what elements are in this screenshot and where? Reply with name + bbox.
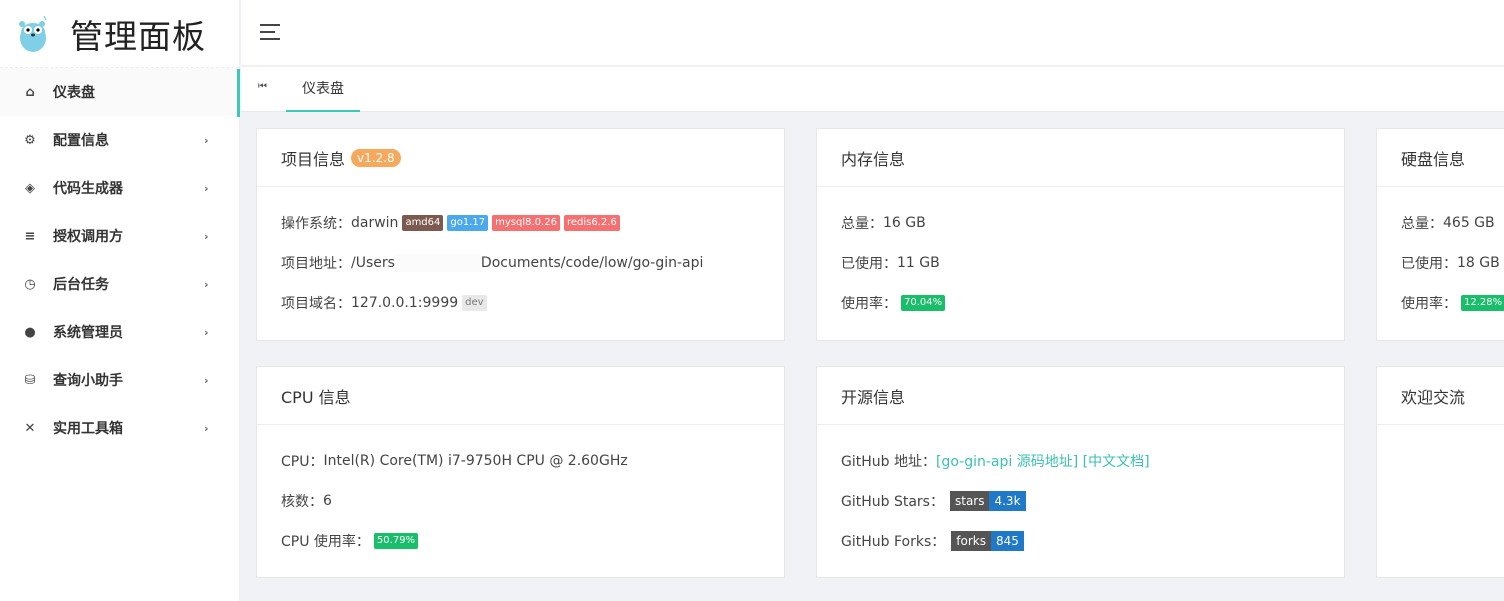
app-title: 管理面板	[70, 16, 206, 56]
gopher-logo-icon	[19, 15, 47, 52]
version-badge: v1.2.8	[351, 148, 401, 167]
label: 总量：	[1401, 216, 1443, 232]
label: CPU 使用率：	[281, 534, 370, 550]
card-title: CPU 信息	[281, 387, 351, 407]
sidebar: 管理面板 ⌂ 仪表盘 ⚙ 配置信息 › ◈ 代码生成器 › ≡ 授权调用方 › ◷ 后台任务 › ● 系统管理…	[0, 0, 240, 601]
label: 总量：	[841, 216, 883, 232]
home-icon: ⌂	[25, 84, 35, 100]
cpu-cores: 6	[323, 493, 332, 509]
label: 项目地址：	[281, 256, 351, 272]
stars-badge[interactable]: stars 4.3k	[949, 491, 1026, 511]
sidebar-item-label: 代码生成器	[53, 181, 123, 197]
tab-dashboard[interactable]: 仪表盘	[286, 67, 360, 112]
sidebar-item-label: 系统管理员	[53, 325, 123, 341]
stars-count: 4.3k	[989, 491, 1026, 511]
mysql-badge: mysql8.0.26	[492, 215, 560, 231]
arch-badge: amd64	[402, 215, 444, 231]
source-link[interactable]: [go-gin-api 源码地址]	[936, 451, 1078, 471]
card-title: 欢迎交流	[1401, 387, 1466, 407]
sidebar-item-7[interactable]: ✕ 实用工具箱 ›	[0, 404, 239, 452]
redacted-region	[394, 254, 481, 272]
forks-badge[interactable]: forks 845	[951, 531, 1024, 551]
settings-icon: ⚙	[24, 132, 36, 148]
path-end: Documents/code/low/go-gin-api	[480, 255, 704, 271]
label: GitHub Stars：	[841, 494, 944, 510]
path-start: /Users	[351, 255, 395, 271]
chevron-right-icon: ›	[204, 373, 209, 387]
sidebar-item-2[interactable]: ◈ 代码生成器 ›	[0, 164, 239, 212]
os-value: darwin	[351, 215, 399, 231]
label: 操作系统：	[281, 216, 351, 232]
tab-bar: ⏮ 仪表盘	[237, 67, 1504, 117]
docs-link[interactable]: [中文文档]	[1083, 451, 1150, 471]
chevron-right-icon: ›	[204, 277, 209, 291]
card-title: 项目信息	[281, 149, 346, 169]
sidebar-item-label: 实用工具箱	[53, 421, 123, 437]
disk-used: 18 GB	[1457, 255, 1500, 271]
label: 核数：	[281, 494, 323, 510]
sidebar-item-label: 仪表盘	[53, 85, 95, 101]
active-indicator	[237, 69, 240, 117]
sidebar-item-label: 后台任务	[53, 277, 109, 293]
timer-icon: ◷	[24, 276, 36, 292]
memory-rate-badge: 70.04%	[901, 295, 946, 311]
sidebar-item-label: 查询小助手	[53, 373, 123, 389]
sidebar-item-5[interactable]: ● 系统管理员 ›	[0, 308, 239, 356]
badge-key: stars	[949, 491, 990, 511]
label: 项目域名：	[281, 296, 351, 312]
go-badge: go1.17	[447, 215, 489, 231]
disk-info-card: 硬盘信息 总量： 465 GB 已使用： 18 GB 使用率： 12.28%	[1376, 128, 1504, 341]
user-icon: ●	[24, 324, 36, 340]
header	[241, 0, 1504, 66]
label: GitHub Forks：	[841, 534, 946, 550]
database-search-icon: ⛁	[24, 372, 36, 388]
card-title: 硬盘信息	[1401, 149, 1466, 169]
env-badge: dev	[462, 295, 487, 311]
label: 已使用：	[841, 256, 897, 272]
project-info-card: 项目信息 v1.2.8 操作系统： darwin amd64 go1.17 mysq…	[256, 128, 785, 341]
tools-icon: ✕	[24, 420, 36, 436]
sidebar-item-label: 配置信息	[53, 133, 109, 149]
forks-count: 845	[990, 531, 1024, 551]
disk-total: 465 GB	[1443, 215, 1495, 231]
chevron-right-icon: ›	[204, 325, 209, 339]
logo[interactable]: 管理面板	[0, 0, 239, 68]
redis-badge: redis6.2.6	[563, 215, 620, 231]
cpu-model: Intel(R) Core(TM) i7-9750H CPU @ 2.60GHz	[323, 453, 628, 469]
memory-info-card: 内存信息 总量： 16 GB 已使用： 11 GB 使用率： 70.04%	[816, 128, 1345, 341]
memory-used: 11 GB	[897, 255, 940, 271]
sidebar-item-label: 授权调用方	[53, 229, 123, 245]
sidebar-item-1[interactable]: ⚙ 配置信息 ›	[0, 116, 239, 164]
label: GitHub 地址：	[841, 454, 936, 470]
sidebar-item-0[interactable]: ⌂ 仪表盘	[0, 68, 239, 116]
checklist-icon: ≡	[24, 228, 36, 244]
welcome-card: 欢迎交流	[1376, 366, 1504, 578]
badge-key: forks	[951, 531, 991, 551]
label: 使用率：	[841, 296, 897, 312]
opensource-info-card: 开源信息 GitHub 地址： [go-gin-api 源码地址] [中文文档] …	[816, 366, 1345, 578]
card-title: 内存信息	[841, 149, 906, 169]
cpu-rate-badge: 50.79%	[373, 533, 419, 549]
label: 已使用：	[1401, 256, 1457, 272]
sidebar-item-4[interactable]: ◷ 后台任务 ›	[0, 260, 239, 308]
chevron-right-icon: ›	[204, 421, 209, 435]
sidebar-item-3[interactable]: ≡ 授权调用方 ›	[0, 212, 239, 260]
memory-total: 16 GB	[883, 215, 926, 231]
menu-toggle-icon[interactable]	[260, 24, 280, 40]
chevron-right-icon: ›	[204, 181, 209, 195]
label: CPU：	[281, 454, 324, 470]
tab-scroll-left-icon[interactable]: ⏮	[258, 81, 267, 92]
cpu-info-card: CPU 信息 CPU： Intel(R) Core(TM) i7-9750H CP…	[256, 366, 785, 578]
label: 使用率：	[1401, 296, 1457, 312]
card-title: 开源信息	[841, 387, 906, 407]
sidebar-item-6[interactable]: ⛁ 查询小助手 ›	[0, 356, 239, 404]
disk-rate-badge: 12.28%	[1461, 295, 1504, 311]
domain-value: 127.0.0.1:9999	[351, 295, 459, 311]
chevron-right-icon: ›	[204, 229, 209, 243]
code-icon: ◈	[25, 180, 35, 196]
chevron-right-icon: ›	[204, 133, 209, 147]
